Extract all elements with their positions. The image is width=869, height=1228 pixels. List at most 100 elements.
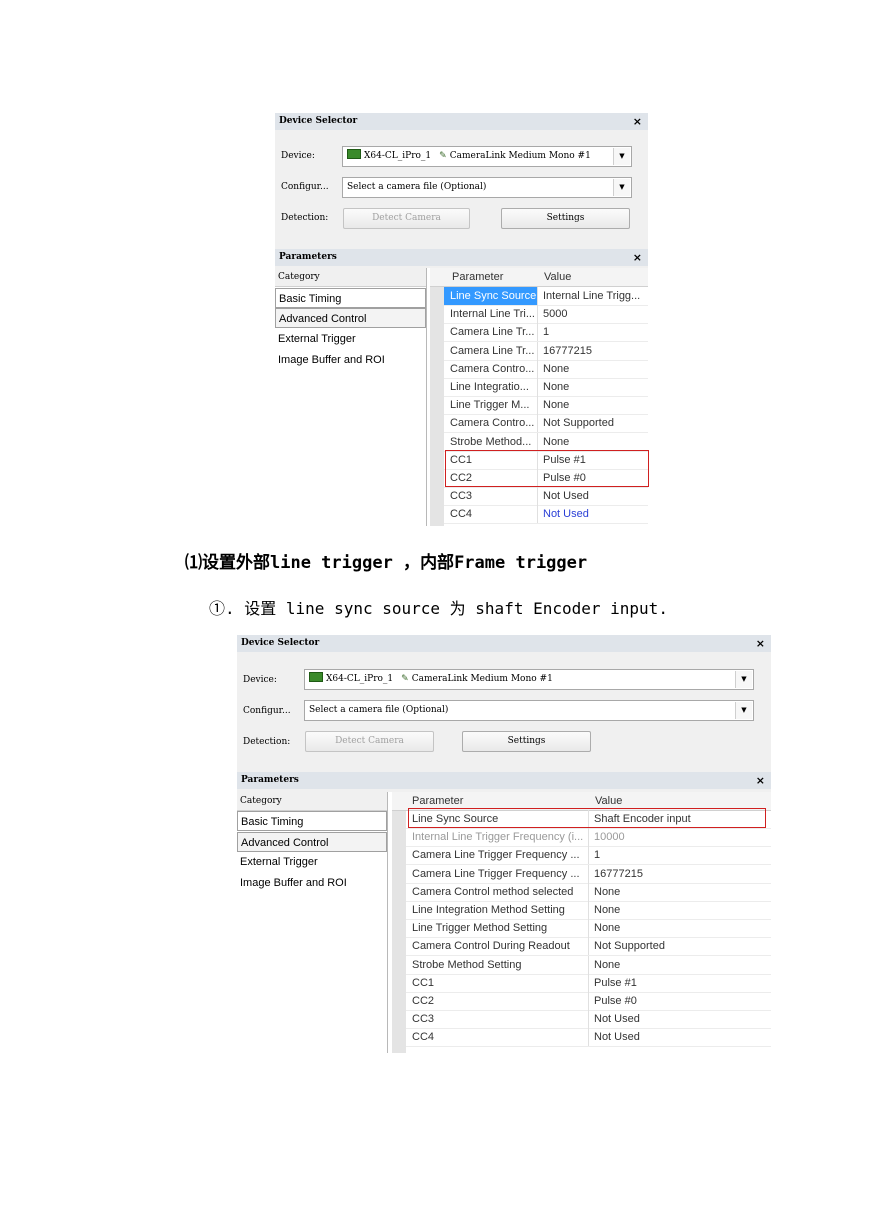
parameter-row[interactable]: Internal Line Tri... 5000 — [444, 305, 648, 325]
parameter-row[interactable]: CC4 Not Used — [444, 505, 648, 525]
category-image-buffer-roi[interactable]: Image Buffer and ROI — [237, 873, 387, 893]
parameter-name: Camera Control During Readout — [406, 937, 589, 956]
parameters-header: Parameters × — [275, 249, 648, 266]
parameter-name: Internal Line Trigger Frequency (i... — [406, 828, 589, 847]
parameter-name: Line Integratio... — [444, 378, 538, 396]
parameter-value: 10000 — [594, 831, 625, 844]
close-icon[interactable]: × — [633, 113, 642, 130]
parameter-name: Line Integration Method Setting — [406, 901, 589, 919]
parameter-row[interactable]: Strobe Method... None — [444, 432, 648, 452]
parameter-row[interactable]: Line Sync Source Internal Line Trigg... — [444, 287, 648, 306]
chevron-down-icon[interactable]: ▼ — [613, 179, 630, 196]
parameter-row[interactable]: Camera Control During Readout Not Support… — [406, 937, 771, 957]
parameter-row[interactable]: Camera Contro... Not Supported — [444, 414, 648, 434]
parameter-name: CC1 — [406, 973, 589, 992]
parameter-row[interactable]: CC3 Not Used — [406, 1010, 771, 1030]
parameter-value: Not Used — [594, 1013, 640, 1026]
row-gutter — [392, 810, 406, 1053]
parameter-row[interactable]: Line Trigger M... None — [444, 396, 648, 416]
parameter-row[interactable]: CC4 Not Used — [406, 1028, 771, 1048]
device-select[interactable]: X64-CL_iPro_1 ✎ CameraLink Medium Mono #1 … — [342, 146, 632, 167]
parameter-value: None — [543, 381, 570, 393]
config-value: Select a camera file (Optional) — [347, 182, 487, 192]
parameter-row[interactable]: Line Integration Method Setting None — [406, 901, 771, 920]
settings-button[interactable]: Settings — [462, 731, 591, 752]
category-advanced-control[interactable]: Advanced Control — [275, 308, 426, 328]
device-name: X64-CL_iPro_1 — [364, 151, 432, 161]
parameter-value: 16777215 — [543, 344, 592, 357]
config-select[interactable]: Select a camera file (Optional) ▼ — [304, 700, 754, 721]
parameter-value: None — [543, 399, 570, 412]
parameter-value: Not Used — [543, 490, 589, 503]
parameter-value: None — [543, 362, 570, 375]
highlight-box — [445, 450, 649, 487]
config-select[interactable]: Select a camera file (Optional) ▼ — [342, 177, 632, 198]
device-label: Device: — [243, 675, 277, 685]
settings-button[interactable]: Settings — [501, 208, 630, 229]
parameter-row[interactable]: Camera Line Trigger Frequency ... 1 — [406, 846, 771, 866]
device-name: X64-CL_iPro_1 — [326, 674, 394, 684]
parameter-grid: Line Sync Source Internal Line Trigg... In… — [444, 287, 648, 526]
device-selector-header: Device Selector × — [237, 635, 771, 652]
category-image-buffer-roi[interactable]: Image Buffer and ROI — [275, 350, 426, 370]
highlight-box — [408, 808, 766, 828]
parameter-name: Camera Line Tr... — [444, 341, 538, 360]
category-basic-timing[interactable]: Basic Timing — [237, 811, 387, 831]
config-label: Configur... — [243, 706, 291, 716]
parameter-row[interactable]: Internal Line Trigger Frequency (i... 100… — [406, 828, 771, 848]
device-selector-title: Device Selector — [279, 116, 358, 126]
detect-camera-button[interactable]: Detect Camera — [305, 731, 434, 752]
detect-camera-button[interactable]: Detect Camera — [343, 208, 470, 229]
parameter-row[interactable]: Camera Contro... None — [444, 359, 648, 379]
parameter-name: CC4 — [406, 1028, 589, 1047]
parameter-name: Line Sync Source — [444, 287, 538, 305]
heading-prefix: ⑴设置外部 — [185, 553, 270, 572]
parameters-title: Parameters — [241, 775, 299, 785]
parameter-row[interactable]: Camera Line Tr... 16777215 — [444, 341, 648, 361]
chevron-down-icon[interactable]: ▼ — [735, 702, 752, 719]
close-icon[interactable]: × — [756, 635, 765, 652]
value-header: Value — [544, 271, 572, 283]
heading-part2: Frame trigger — [454, 553, 588, 573]
parameter-value: 1 — [594, 849, 601, 862]
parameter-name: Camera Contro... — [444, 414, 538, 433]
parameter-row[interactable]: Camera Line Tr... 1 — [444, 323, 648, 343]
parameter-name: Camera Contro... — [444, 359, 538, 378]
category-external-trigger[interactable]: External Trigger — [275, 329, 426, 349]
feather-icon: ✎ — [439, 151, 447, 161]
device-select[interactable]: X64-CL_iPro_1 ✎ CameraLink Medium Mono #1 … — [304, 669, 754, 690]
board-icon — [309, 672, 323, 682]
category-basic-timing[interactable]: Basic Timing — [275, 288, 426, 308]
parameter-row[interactable]: CC2 Pulse #0 — [406, 992, 771, 1011]
parameter-value: None — [543, 435, 570, 448]
parameter-value: Not Used — [594, 1031, 640, 1044]
parameter-row[interactable]: CC1 Pulse #1 — [406, 973, 771, 993]
close-icon[interactable]: × — [756, 772, 765, 789]
parameter-row[interactable]: Camera Line Trigger Frequency ... 1677721… — [406, 864, 771, 884]
parameter-row[interactable]: Camera Control method selected None — [406, 882, 771, 902]
parameter-value: 16777215 — [594, 867, 643, 880]
parameter-name: Camera Line Trigger Frequency ... — [406, 846, 589, 865]
chevron-down-icon[interactable]: ▼ — [735, 671, 752, 688]
parameter-name: CC4 — [444, 505, 538, 524]
board-icon — [347, 149, 361, 159]
parameter-name: Camera Line Trigger Frequency ... — [406, 864, 589, 883]
category-external-trigger[interactable]: External Trigger — [237, 852, 387, 872]
parameter-row[interactable]: CC3 Not Used — [444, 487, 648, 507]
close-icon[interactable]: × — [633, 249, 642, 266]
parameter-value: Pulse #0 — [594, 995, 637, 1007]
parameter-row[interactable]: Line Integratio... None — [444, 378, 648, 397]
category-header: Category — [237, 792, 387, 811]
parameter-name: Camera Line Tr... — [444, 323, 538, 342]
parameter-name: CC3 — [444, 487, 538, 506]
parameter-grid: Line Sync Source Shaft Encoder input Inter… — [406, 810, 771, 1053]
grid-header: Parameter Value — [430, 268, 648, 287]
row-gutter — [430, 286, 444, 526]
camera-name: CameraLink Medium Mono #1 — [411, 674, 553, 684]
parameter-name: Internal Line Tri... — [444, 305, 538, 324]
chevron-down-icon[interactable]: ▼ — [613, 148, 630, 165]
parameter-row[interactable]: Line Trigger Method Setting None — [406, 919, 771, 939]
heading-part1: line trigger ， — [270, 553, 421, 573]
parameter-row[interactable]: Strobe Method Setting None — [406, 955, 771, 975]
category-advanced-control[interactable]: Advanced Control — [237, 832, 387, 852]
